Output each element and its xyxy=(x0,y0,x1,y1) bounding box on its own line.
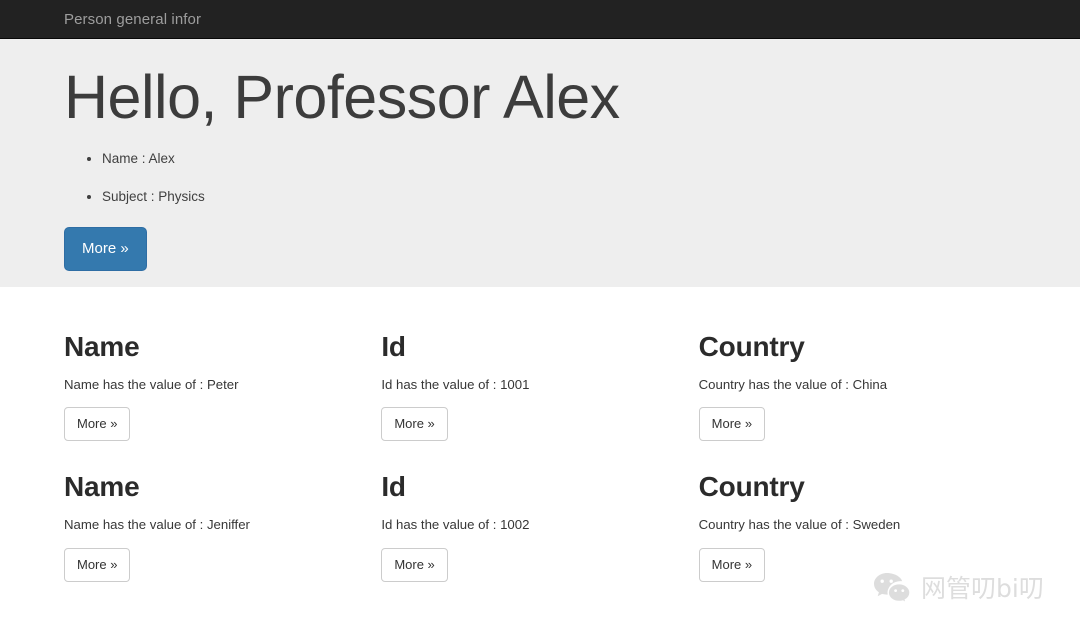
content-container: Name Name has the value of : Peter More … xyxy=(0,287,1080,582)
column-more-button[interactable]: More » xyxy=(381,407,448,442)
column-id-1: Id Id has the value of : 1001 More » xyxy=(381,331,698,442)
navbar: Person general infor xyxy=(0,0,1080,39)
column-country-2: Country Country has the value of : Swede… xyxy=(698,471,1016,582)
column-more-button[interactable]: More » xyxy=(64,407,131,442)
column-more-button[interactable]: More » xyxy=(698,407,766,442)
column-title: Id xyxy=(381,471,406,503)
list-item: Subject : Physics xyxy=(102,187,1016,207)
column-name-2: Name Name has the value of : Jeniffer Mo… xyxy=(64,471,381,582)
column-name-1: Name Name has the value of : Peter More … xyxy=(64,331,381,442)
hero-detail-list: Name : Alex Subject : Physics xyxy=(64,149,1016,207)
column-text: Id has the value of : 1001 xyxy=(381,376,530,392)
column-row-2: Name Name has the value of : Jeniffer Mo… xyxy=(64,441,1016,582)
column-id-2: Id Id has the value of : 1002 More » xyxy=(381,471,698,582)
column-more-button[interactable]: More » xyxy=(381,547,448,582)
column-text: Name has the value of : Jeniffer xyxy=(64,517,250,533)
hero-more-button[interactable]: More » xyxy=(64,227,147,271)
column-title: Name xyxy=(64,471,140,503)
column-more-button[interactable]: More » xyxy=(698,547,766,582)
column-text: Country has the value of : Sweden xyxy=(698,517,901,533)
column-text: Name has the value of : Peter xyxy=(64,376,239,392)
column-title: Id xyxy=(381,331,406,362)
column-title: Country xyxy=(698,471,805,503)
page-title: Hello, Professor Alex xyxy=(64,63,620,131)
column-row-1: Name Name has the value of : Peter More … xyxy=(64,287,1016,442)
hero-jumbotron: Hello, Professor Alex Name : Alex Subjec… xyxy=(0,39,1080,287)
column-country-1: Country Country has the value of : China… xyxy=(698,331,1016,442)
column-title: Name xyxy=(64,331,140,362)
column-more-button[interactable]: More » xyxy=(64,547,131,582)
navbar-brand[interactable]: Person general infor xyxy=(0,12,201,27)
column-text: Id has the value of : 1002 xyxy=(381,517,530,533)
list-item: Name : Alex xyxy=(102,149,1016,169)
column-text: Country has the value of : China xyxy=(698,376,888,392)
column-title: Country xyxy=(698,331,805,362)
